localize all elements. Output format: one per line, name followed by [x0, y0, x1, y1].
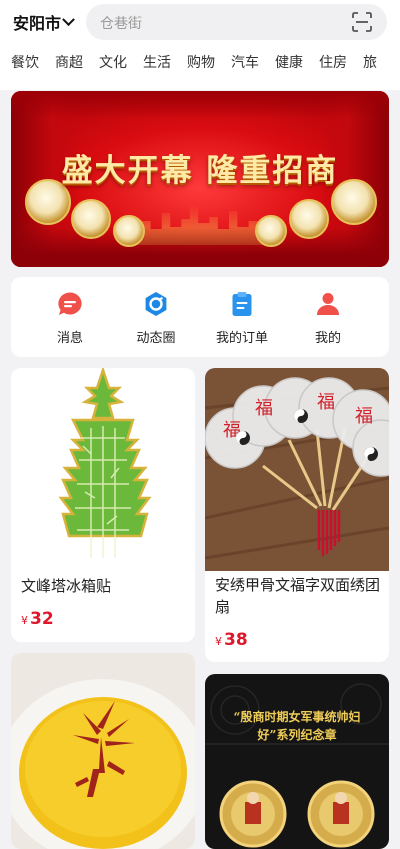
product-image-pagoda-magnet	[11, 368, 195, 574]
svg-text:福: 福	[255, 398, 273, 419]
product-price: ¥32	[21, 609, 54, 629]
chevron-down-icon	[62, 12, 75, 26]
banner-title: 盛大开幕 隆重招商	[61, 153, 339, 189]
category-tab[interactable]: 文化	[99, 50, 127, 76]
stage-floor	[11, 227, 389, 267]
drum-icon	[289, 199, 329, 239]
svg-text:福: 福	[317, 392, 335, 413]
price-value: 32	[30, 609, 54, 629]
order-icon	[232, 292, 252, 316]
product-image-embroidered-fans: 福 福 福 福	[205, 368, 389, 571]
menu-item-label: 我的订单	[215, 331, 268, 346]
menu-item-orders[interactable]: 我的订单	[202, 289, 282, 349]
moments-icon	[145, 292, 167, 316]
product-card[interactable]	[11, 653, 195, 849]
product-card[interactable]: 文峰塔冰箱贴 ¥32	[11, 368, 195, 642]
svg-text:福: 福	[355, 406, 373, 427]
scan-icon[interactable]	[352, 12, 372, 32]
drum-icon	[113, 215, 145, 247]
curtain-drape	[11, 91, 389, 119]
product-image-corn-cake	[11, 653, 195, 849]
product-price: ¥38	[215, 630, 248, 650]
menu-item-profile[interactable]: 我的	[288, 289, 368, 349]
message-icon	[58, 292, 82, 315]
product-card[interactable]: 福 福 福 福 安绣甲骨文福字双面绣团扇 ¥38	[205, 368, 389, 662]
product-card[interactable]: “殷商时期女军事统帅妇好”系列纪念章	[205, 674, 389, 849]
currency-symbol: ¥	[215, 635, 222, 648]
category-tabs: 餐饮 商超 文化 生活 购物 汽车 健康 住房旅	[0, 50, 400, 76]
search-bar[interactable]: 仓巷街	[86, 4, 387, 40]
category-tab[interactable]: 购物	[187, 50, 215, 76]
price-value: 38	[224, 630, 248, 650]
category-tab[interactable]: 住房	[319, 50, 347, 76]
top-bar: 安阳市 仓巷街 餐饮 商超 文化 生活 购物 汽车 健康 住房旅	[0, 0, 400, 90]
product-name: 安绣甲骨文福字双面绣团扇	[215, 576, 381, 616]
category-tab[interactable]: 健康	[275, 50, 303, 76]
menu-item-messages[interactable]: 消息	[30, 289, 110, 349]
medal-series-caption: “殷商时期女军事统帅妇好”系列纪念章	[233, 710, 361, 742]
user-icon	[317, 293, 339, 315]
category-tab[interactable]: 生活	[143, 50, 171, 76]
category-tab[interactable]: 旅	[363, 50, 377, 76]
currency-symbol: ¥	[21, 614, 28, 627]
menu-item-label: 我的	[314, 331, 341, 346]
category-tab[interactable]: 餐饮	[11, 50, 39, 76]
city-label: 安阳市	[13, 14, 62, 33]
menu-item-moments[interactable]: 动态圈	[116, 289, 196, 349]
product-image-commemorative-medals	[205, 674, 389, 849]
category-tab[interactable]: 商超	[55, 50, 83, 76]
quick-menu: 消息 动态圈 我的订单 我的	[11, 277, 389, 357]
menu-item-label: 动态圈	[136, 331, 176, 346]
drum-icon	[71, 199, 111, 239]
product-name: 文峰塔冰箱贴	[21, 577, 112, 595]
promo-banner[interactable]: 盛大开幕 隆重招商	[11, 91, 389, 267]
search-input[interactable]: 仓巷街	[100, 13, 142, 33]
menu-item-label: 消息	[56, 331, 83, 346]
city-selector[interactable]: 安阳市	[13, 10, 75, 34]
category-tab[interactable]: 汽车	[231, 50, 259, 76]
drum-icon	[255, 215, 287, 247]
